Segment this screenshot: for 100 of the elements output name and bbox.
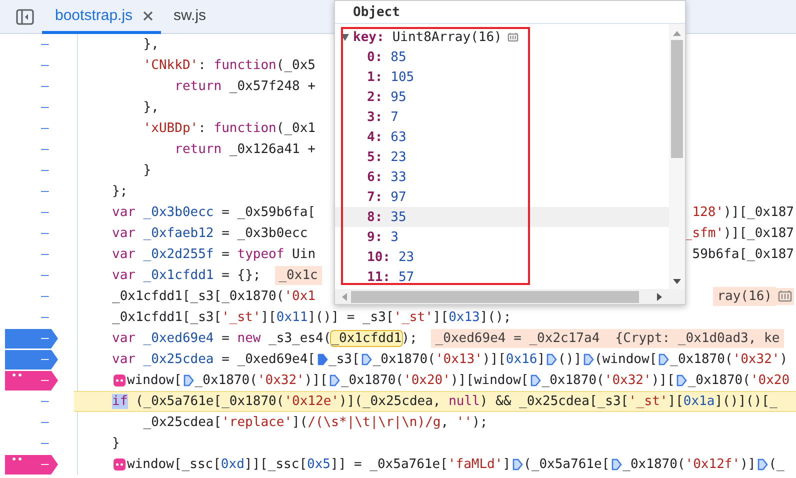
property-type: Uint8Array(16) xyxy=(392,30,502,44)
array-element-row[interactable]: 9: 3 xyxy=(335,227,669,247)
array-element-row[interactable]: 5: 23 xyxy=(335,147,669,167)
scroll-up-icon[interactable] xyxy=(673,30,681,36)
code-text: ); xyxy=(402,331,418,346)
code-text: 128')][_0x187 xyxy=(692,205,794,220)
array-index: 11: xyxy=(367,270,390,284)
step-marker-icon[interactable] xyxy=(676,374,687,387)
memory-icon[interactable] xyxy=(506,30,520,44)
array-value: 23 xyxy=(390,150,406,164)
array-element-row[interactable]: 0: 85 xyxy=(335,47,669,67)
array-element-row[interactable]: 2: 95 xyxy=(335,87,669,107)
array-index: 1: xyxy=(367,70,383,84)
logpoint-marker[interactable]: – xyxy=(5,454,58,474)
array-element-row[interactable]: 4: 63 xyxy=(335,127,669,147)
logpoint-marker[interactable]: – xyxy=(5,370,58,390)
array-index: 6: xyxy=(367,170,383,184)
popover-title: Object xyxy=(353,4,400,20)
breakpoint-marker[interactable]: – xyxy=(5,328,58,348)
array-value: 97 xyxy=(390,190,406,204)
logpoint-icon[interactable] xyxy=(113,458,126,471)
step-marker-icon[interactable] xyxy=(546,353,558,366)
array-element-row[interactable]: 11: 57 xyxy=(335,267,669,287)
logpoint-icon[interactable] xyxy=(113,374,126,387)
array-index: 9: xyxy=(367,230,383,244)
array-element-row[interactable]: 7: 97 xyxy=(335,187,669,207)
code-text: } xyxy=(112,436,120,451)
step-marker-icon[interactable] xyxy=(328,374,340,387)
step-marker-icon[interactable] xyxy=(610,458,622,471)
scroll-left-icon[interactable] xyxy=(341,292,347,300)
line-number: – xyxy=(41,79,49,94)
array-index: 2: xyxy=(367,90,383,104)
step-marker-icon[interactable] xyxy=(182,374,194,387)
line-number: – xyxy=(41,121,49,136)
line-number: – xyxy=(41,58,49,73)
step-marker-icon[interactable] xyxy=(316,353,328,366)
code-text: var _0xfaeb12 = _0x3b0ecc xyxy=(112,226,308,241)
file-tab[interactable]: bootstrap.js xyxy=(42,0,161,34)
array-index: 3: xyxy=(367,110,383,124)
code-text: (window[ xyxy=(594,352,658,367)
array-value: 105 xyxy=(390,70,414,84)
scroll-right-icon[interactable] xyxy=(657,292,663,300)
sidebar-toggle-icon[interactable] xyxy=(16,8,34,24)
memory-icon[interactable] xyxy=(776,288,794,305)
line-number: – xyxy=(41,310,49,325)
line-number: – xyxy=(41,142,49,157)
code-text: (_ xyxy=(768,457,784,472)
breakpoint-marker[interactable]: – xyxy=(5,350,58,370)
code-text: _0x1870('0x32')][ xyxy=(194,373,328,388)
vertical-scrollbar[interactable] xyxy=(669,24,685,289)
array-value: 23 xyxy=(398,250,414,264)
code-text: _0x25cdea['replace'](/(\s*|\t|\r|\n)/g, ''); xyxy=(142,415,488,430)
array-index: 8: xyxy=(367,210,383,224)
line-number: – xyxy=(41,289,49,304)
code-text: _0x1870('0x20')][window[ xyxy=(340,373,529,388)
expand-triangle-icon[interactable] xyxy=(340,32,350,42)
array-value: 95 xyxy=(390,90,406,104)
code-text: var _0x25cdea = _0xed69e4[ xyxy=(112,352,316,367)
line-number: – xyxy=(41,100,49,115)
array-index: 10: xyxy=(367,250,390,264)
line-number: – xyxy=(41,37,49,52)
inline-value: _0xed69e4 = _0x2c17a4 {Crypt: _0x1d0ad3, ke xyxy=(431,329,784,348)
step-marker-icon[interactable] xyxy=(756,458,768,471)
step-marker-icon[interactable] xyxy=(582,353,594,366)
step-marker-icon[interactable] xyxy=(530,374,541,387)
code-text: var _0x1cfdd1 = {}; xyxy=(112,268,261,283)
line-number: – xyxy=(41,268,49,283)
line-number: – xyxy=(41,394,49,409)
array-element-row[interactable]: 6: 33 xyxy=(335,167,669,187)
array-value: 57 xyxy=(398,270,414,284)
array-value: 33 xyxy=(390,170,406,184)
array-element-row[interactable]: 3: 7 xyxy=(335,107,669,127)
array-element-row[interactable]: 1: 105 xyxy=(335,67,669,87)
scroll-down-icon[interactable] xyxy=(673,279,681,285)
selected-keyword: if xyxy=(112,394,128,409)
code-text: 59b6fa[_0x187 xyxy=(692,247,794,262)
line-number: – xyxy=(41,184,49,199)
code-text: _0x1870('0x20 xyxy=(688,373,790,388)
step-marker-icon[interactable] xyxy=(360,353,372,366)
array-value: 3 xyxy=(390,230,398,244)
scrollbar-thumb[interactable] xyxy=(671,40,683,158)
hovered-variable[interactable]: _0x1cfdd1 xyxy=(331,331,402,346)
property-name: key: xyxy=(353,30,384,44)
step-marker-icon[interactable] xyxy=(512,458,523,471)
code-text: 'CNkkD': function(_0x5 xyxy=(142,58,316,73)
line-number: – xyxy=(41,163,49,178)
array-element-row[interactable]: 10: 23 xyxy=(335,247,669,267)
array-value: 85 xyxy=(390,50,406,64)
code-text: _s3[ xyxy=(328,352,360,367)
line-number: – xyxy=(41,415,49,430)
scrollbar-thumb[interactable] xyxy=(351,290,639,302)
horizontal-scrollbar[interactable] xyxy=(335,289,685,304)
array-element-row[interactable]: 8: 35 xyxy=(335,207,669,227)
file-tab[interactable]: sw.js xyxy=(160,0,214,34)
code-text: _0x1cfdd1[_s3['_st'][0x11]()] = _s3['_st'][0x13](); xyxy=(112,310,512,325)
close-icon[interactable] xyxy=(142,10,153,20)
line-number: – xyxy=(41,205,49,220)
step-marker-icon[interactable] xyxy=(658,353,670,366)
code-text: window[_ssc[0xd]][_ssc[0x5]] = _0x5a761e['faMLd'] xyxy=(127,457,511,472)
array-index: 7: xyxy=(367,190,383,204)
